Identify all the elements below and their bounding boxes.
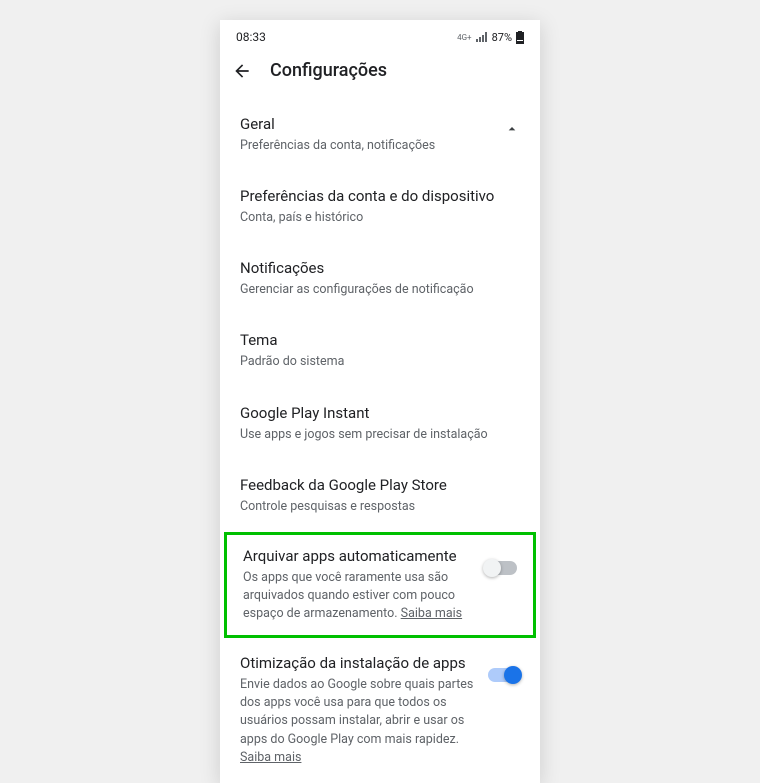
- section-notifications[interactable]: Notificações Gerenciar as configurações …: [220, 243, 540, 315]
- page-title: Configurações: [270, 60, 387, 81]
- battery-icon: [516, 31, 524, 44]
- section-title: Preferências da conta e do dispositivo: [240, 187, 520, 205]
- section-text: Arquivar apps automaticamente Os apps qu…: [243, 547, 473, 623]
- back-button[interactable]: [232, 61, 252, 81]
- install-optimization-toggle[interactable]: [488, 668, 520, 682]
- section-desc: Padrão do sistema: [240, 353, 520, 371]
- section-title: Tema: [240, 331, 520, 349]
- section-install-optimization[interactable]: Otimização da instalação de apps Envie d…: [220, 638, 540, 783]
- section-title: Otimização da instalação de apps: [240, 654, 476, 672]
- section-desc: Controle pesquisas e respostas: [240, 498, 520, 516]
- toggle-knob: [504, 666, 522, 684]
- section-desc: Preferências da conta, notificações: [240, 137, 435, 155]
- app-bar: Configurações: [220, 50, 540, 99]
- section-title: Geral: [240, 115, 435, 133]
- section-desc: Conta, país e histórico: [240, 209, 520, 227]
- section-desc: Envie dados ao Google sobre quais partes…: [240, 676, 476, 767]
- toggle-knob: [483, 559, 501, 577]
- section-play-instant[interactable]: Google Play Instant Use apps e jogos sem…: [220, 388, 540, 460]
- chevron-up-icon[interactable]: [504, 121, 520, 137]
- saiba-mais-link[interactable]: Saiba mais: [240, 750, 301, 765]
- section-general-text: Geral Preferências da conta, notificaçõe…: [240, 115, 435, 155]
- section-desc: Os apps que você raramente usa são arqui…: [243, 569, 473, 623]
- network-label: 4G+: [457, 33, 471, 42]
- status-bar: 08:33 4G+ 87%: [220, 20, 540, 50]
- section-feedback[interactable]: Feedback da Google Play Store Controle p…: [220, 460, 540, 532]
- auto-archive-toggle[interactable]: [485, 561, 517, 575]
- phone-screen: 08:33 4G+ 87% Configurações Geral Prefer…: [220, 20, 540, 783]
- section-title: Feedback da Google Play Store: [240, 476, 520, 494]
- battery-percent: 87%: [492, 31, 512, 44]
- arrow-back-icon: [232, 61, 252, 81]
- section-title: Google Play Instant: [240, 404, 520, 422]
- section-theme[interactable]: Tema Padrão do sistema: [220, 315, 540, 387]
- signal-icon: [476, 32, 488, 42]
- saiba-mais-link[interactable]: Saiba mais: [401, 606, 462, 621]
- section-auto-archive[interactable]: Arquivar apps automaticamente Os apps qu…: [224, 532, 536, 638]
- section-account-prefs[interactable]: Preferências da conta e do dispositivo C…: [220, 171, 540, 243]
- section-desc: Gerenciar as configurações de notificaçã…: [240, 281, 520, 299]
- section-title: Arquivar apps automaticamente: [243, 547, 473, 565]
- desc-text: Envie dados ao Google sobre quais partes…: [240, 677, 473, 746]
- section-title: Notificações: [240, 259, 520, 277]
- section-text: Otimização da instalação de apps Envie d…: [240, 654, 476, 767]
- section-general[interactable]: Geral Preferências da conta, notificaçõe…: [220, 99, 540, 171]
- section-desc: Use apps e jogos sem precisar de instala…: [240, 426, 520, 444]
- status-icons: 4G+ 87%: [457, 31, 524, 44]
- clock: 08:33: [236, 30, 266, 44]
